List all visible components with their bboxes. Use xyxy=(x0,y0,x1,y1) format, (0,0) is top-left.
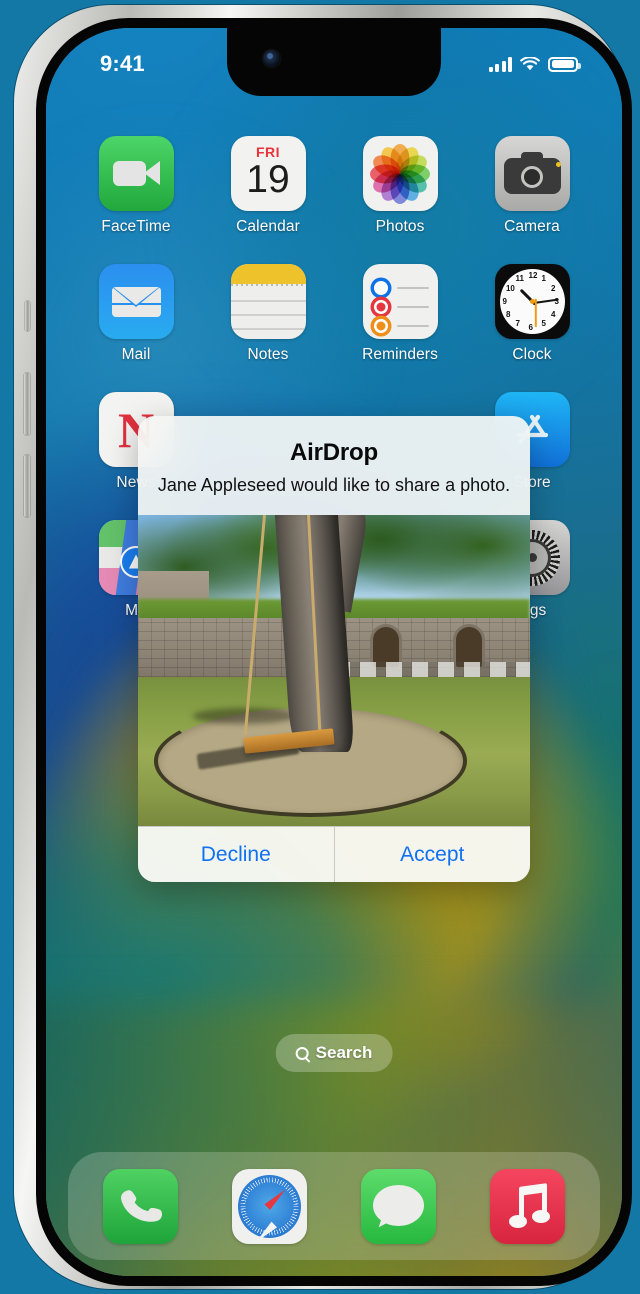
airdrop-dialog: AirDrop Jane Appleseed would like to sha… xyxy=(138,416,531,883)
phone-icon[interactable] xyxy=(103,1168,178,1244)
app-label: Photos xyxy=(375,218,425,235)
safari-icon[interactable] xyxy=(232,1168,307,1244)
app-label: Reminders xyxy=(362,346,438,363)
app-icon-notes[interactable]: Notes xyxy=(202,264,334,364)
phone-screen: 9:41 FaceTime FRI 19 Calendar Photos Cam… xyxy=(46,28,622,1276)
app-icon-calendar[interactable]: FRI 19 Calendar xyxy=(202,136,334,236)
airdrop-photo-preview xyxy=(138,515,530,827)
app-icon-reminders[interactable]: Reminders xyxy=(334,264,466,364)
clock-numeral: 12 xyxy=(528,270,538,280)
camera-icon xyxy=(494,136,570,211)
airdrop-title: AirDrop xyxy=(290,439,378,466)
app-icon-facetime[interactable]: FaceTime xyxy=(70,136,202,236)
clock-numeral: 10 xyxy=(505,283,515,293)
reminders-icon xyxy=(362,264,438,339)
app-icon-camera[interactable]: Camera xyxy=(466,136,598,236)
notes-icon xyxy=(230,264,306,339)
app-label: Clock xyxy=(512,346,552,363)
app-label: Camera xyxy=(504,218,560,235)
clock-numeral: 7 xyxy=(515,319,520,329)
status-time: 9:41 xyxy=(100,51,145,76)
clock-numeral: 2 xyxy=(551,283,556,293)
app-label: Mail xyxy=(121,346,151,363)
cellular-bars-icon xyxy=(488,56,512,72)
app-icon-mail[interactable]: Mail xyxy=(70,264,202,364)
airdrop-dialog-header: AirDrop Jane Appleseed would like to sha… xyxy=(138,416,530,515)
clock-numeral: 8 xyxy=(505,309,511,319)
search-button[interactable]: Search xyxy=(275,1034,393,1072)
clock-numeral: 1 xyxy=(541,273,546,283)
messages-icon[interactable] xyxy=(361,1168,436,1244)
volume-up-button[interactable] xyxy=(24,373,30,435)
dock xyxy=(68,1152,600,1260)
clock-numeral: 6 xyxy=(528,322,533,332)
app-icon-photos[interactable]: Photos xyxy=(334,136,466,236)
battery-icon xyxy=(548,56,581,72)
app-icon-clock[interactable]: 12 1 2 3 4 5 6 7 8 9 10 11 Clock xyxy=(466,264,598,364)
airdrop-actions: Decline Accept xyxy=(138,826,531,883)
status-bar: 9:41 xyxy=(46,28,622,96)
search-label: Search xyxy=(315,1043,373,1062)
decline-button[interactable]: Decline xyxy=(138,827,334,882)
phone-frame: 9:41 FaceTime FRI 19 Calendar Photos Cam… xyxy=(14,5,632,1289)
screenshot-stage: 9:41 FaceTime FRI 19 Calendar Photos Cam… xyxy=(0,0,640,1294)
accept-button[interactable]: Accept xyxy=(333,827,531,883)
facetime-icon xyxy=(98,136,174,211)
clock-numeral: 11 xyxy=(515,273,524,283)
app-label: FaceTime xyxy=(101,218,171,235)
wifi-icon xyxy=(520,56,540,70)
mute-switch[interactable] xyxy=(25,301,30,331)
music-icon[interactable] xyxy=(490,1168,565,1244)
app-label: Notes xyxy=(247,346,289,363)
calendar-day: 19 xyxy=(246,158,290,201)
clock-numeral: 3 xyxy=(554,296,559,306)
photos-icon xyxy=(362,136,438,211)
clock-numeral: 9 xyxy=(502,296,507,306)
status-indicators xyxy=(488,53,583,72)
app-label: Calendar xyxy=(236,218,300,235)
volume-down-button[interactable] xyxy=(24,455,30,517)
clock-numeral: 4 xyxy=(551,309,556,319)
clock-icon: 12 1 2 3 4 5 6 7 8 9 10 11 xyxy=(494,264,570,339)
calendar-icon: FRI 19 xyxy=(230,136,306,211)
search-icon xyxy=(295,1046,309,1060)
airdrop-message: Jane Appleseed would like to share a pho… xyxy=(157,475,511,495)
clock-numeral: 5 xyxy=(541,319,546,329)
mail-icon xyxy=(98,264,174,339)
